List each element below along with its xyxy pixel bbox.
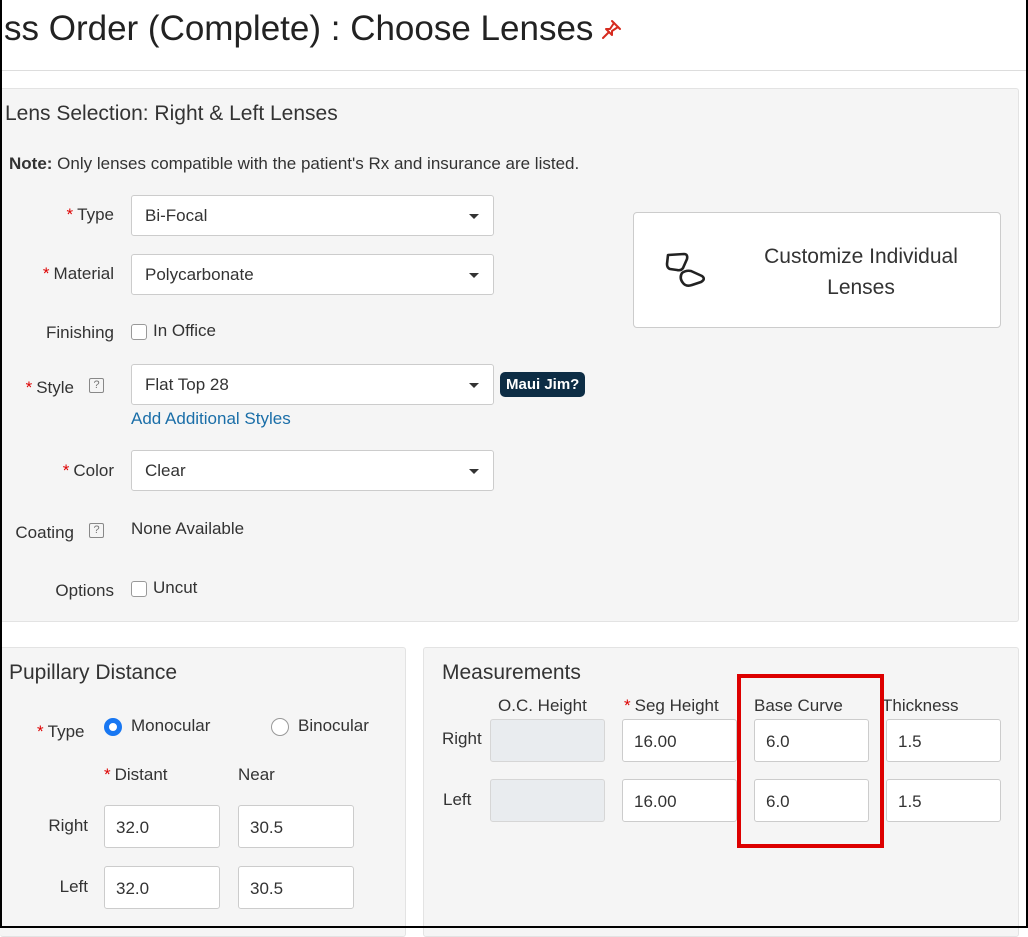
right-thickness-input[interactable]: 1.5 bbox=[886, 719, 1001, 762]
options-label: Options bbox=[55, 581, 114, 600]
page-title-text: ss Order (Complete) : Choose Lenses bbox=[4, 9, 594, 48]
style-label-text: Style bbox=[36, 378, 74, 397]
customize-individual-lenses-button[interactable]: Customize Individual Lenses bbox=[633, 212, 1001, 328]
color-label-text: Color bbox=[73, 461, 114, 480]
required-marker: * bbox=[104, 765, 111, 784]
title-divider bbox=[0, 70, 1028, 71]
note-text: Only lenses compatible with the patient'… bbox=[52, 154, 580, 173]
style-value: Flat Top 28 bbox=[145, 375, 229, 394]
add-additional-styles-link[interactable]: Add Additional Styles bbox=[131, 409, 291, 429]
style-label: * Style bbox=[26, 378, 74, 398]
compatibility-note: Note: Only lenses compatible with the pa… bbox=[9, 154, 579, 174]
lens-type-select[interactable]: Bi-Focal bbox=[131, 195, 494, 236]
color-value: Clear bbox=[145, 461, 186, 480]
required-marker: * bbox=[42, 264, 50, 283]
chevron-down-icon bbox=[469, 273, 479, 278]
customize-line-1: Customize Individual bbox=[764, 245, 958, 268]
seg-height-column-header: * Seg Height bbox=[624, 696, 719, 716]
pd-left-near-input[interactable]: 30.5 bbox=[238, 866, 354, 909]
distant-label: Distant bbox=[114, 765, 168, 784]
distant-column-header: * Distant bbox=[104, 765, 168, 785]
customize-button-text: Customize Individual Lenses bbox=[746, 241, 976, 303]
lens-type-value: Bi-Focal bbox=[145, 206, 208, 225]
in-office-label[interactable]: In Office bbox=[153, 321, 216, 341]
note-label: Note: bbox=[9, 154, 53, 173]
seg-height-label: Seg Height bbox=[634, 696, 719, 715]
coating-help-icon[interactable]: ? bbox=[89, 523, 104, 538]
pd-type-label-text: Type bbox=[47, 722, 85, 741]
left-seg-height-input[interactable]: 16.00 bbox=[622, 779, 737, 822]
measurements-title: Measurements bbox=[442, 661, 581, 684]
style-help-icon[interactable]: ? bbox=[89, 378, 104, 393]
pd-left-distant-input[interactable]: 32.0 bbox=[104, 866, 220, 909]
pd-type-label: * Type bbox=[37, 722, 84, 742]
base-curve-highlight-box bbox=[737, 674, 884, 848]
style-select[interactable]: Flat Top 28 bbox=[131, 364, 494, 405]
thickness-column-header: Thickness bbox=[882, 696, 959, 715]
oc-height-column-header: O.C. Height bbox=[498, 696, 587, 715]
pd-right-near-input[interactable]: 30.5 bbox=[238, 805, 354, 848]
type-label: * Type bbox=[67, 205, 114, 225]
required-marker: * bbox=[37, 722, 44, 741]
material-label: * Material bbox=[43, 264, 114, 284]
left-thickness-input[interactable]: 1.5 bbox=[886, 779, 1001, 822]
near-column-header: Near bbox=[238, 765, 275, 784]
pupillary-distance-title: Pupillary Distance bbox=[9, 661, 178, 684]
color-select[interactable]: Clear bbox=[131, 450, 494, 491]
meas-right-label: Right bbox=[442, 729, 482, 748]
uncut-checkbox[interactable] bbox=[131, 581, 147, 597]
chevron-down-icon bbox=[469, 469, 479, 474]
monocular-radio[interactable] bbox=[104, 718, 122, 736]
right-oc-height-input[interactable] bbox=[490, 719, 605, 762]
pd-right-distant-input[interactable]: 32.0 bbox=[104, 805, 220, 848]
binocular-label[interactable]: Binocular bbox=[298, 716, 369, 736]
required-marker: * bbox=[66, 205, 74, 224]
coating-value: None Available bbox=[131, 519, 245, 538]
monocular-label[interactable]: Monocular bbox=[131, 716, 210, 736]
color-label: * Color bbox=[63, 461, 114, 481]
pd-left-label: Left bbox=[59, 877, 88, 896]
meas-left-label: Left bbox=[443, 790, 472, 809]
chevron-down-icon bbox=[469, 214, 479, 219]
material-label-text: Material bbox=[53, 264, 114, 283]
lens-selection-title: Lens Selection: Right & Left Lenses bbox=[5, 102, 338, 125]
material-select[interactable]: Polycarbonate bbox=[131, 254, 494, 295]
lenses-icon bbox=[664, 251, 710, 296]
in-office-checkbox[interactable] bbox=[131, 324, 147, 340]
finishing-label: Finishing bbox=[45, 323, 114, 342]
required-marker: * bbox=[25, 378, 33, 397]
pd-right-label: Right bbox=[48, 816, 88, 835]
chevron-down-icon bbox=[469, 383, 479, 388]
right-seg-height-input[interactable]: 16.00 bbox=[622, 719, 737, 762]
required-marker: * bbox=[62, 461, 70, 480]
material-value: Polycarbonate bbox=[145, 265, 254, 284]
maui-jim-badge[interactable]: Maui Jim? bbox=[500, 372, 586, 397]
left-oc-height-input[interactable] bbox=[490, 779, 605, 822]
binocular-radio[interactable] bbox=[271, 718, 289, 736]
coating-label: Coating bbox=[15, 523, 74, 542]
type-label-text: Type bbox=[77, 205, 114, 224]
customize-line-2: Lenses bbox=[827, 276, 895, 299]
required-marker: * bbox=[624, 696, 631, 715]
pushpin-icon[interactable] bbox=[599, 11, 623, 51]
page-title: ss Order (Complete) : Choose Lenses bbox=[4, 9, 623, 51]
uncut-label[interactable]: Uncut bbox=[153, 578, 197, 598]
